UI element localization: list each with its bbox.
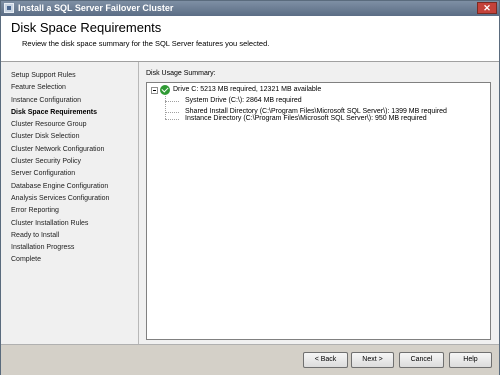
next-button[interactable]: Next > xyxy=(351,352,394,368)
check-icon xyxy=(160,85,170,95)
tree-connector xyxy=(165,112,179,113)
page-header: Disk Space Requirements Review the disk … xyxy=(1,16,499,62)
step-installation-progress[interactable]: Installation Progress xyxy=(11,242,138,254)
button-bar: < Back Next > Cancel Help xyxy=(1,344,499,375)
step-database-engine-configuration[interactable]: Database Engine Configuration xyxy=(11,181,138,193)
step-setup-support-rules[interactable]: Setup Support Rules xyxy=(11,70,138,82)
step-navigation: Setup Support Rules Feature Selection In… xyxy=(1,62,139,344)
help-button[interactable]: Help xyxy=(449,352,492,368)
content-panel: Disk Usage Summary: Drive C: 5213 MB req… xyxy=(139,62,499,344)
step-feature-selection[interactable]: Feature Selection xyxy=(11,82,138,94)
tree-node-instance-directory[interactable]: Instance Directory (C:\Program Files\Mic… xyxy=(185,113,427,125)
tree-connector xyxy=(165,101,179,102)
setup-app-icon xyxy=(4,3,14,13)
back-button[interactable]: < Back xyxy=(303,352,348,368)
step-cluster-network-configuration[interactable]: Cluster Network Configuration xyxy=(11,144,138,156)
installer-window: Install a SQL Server Failover Cluster ✕ … xyxy=(0,0,500,375)
disk-usage-tree[interactable]: Drive C: 5213 MB required, 12321 MB avai… xyxy=(146,82,491,340)
step-cluster-resource-group[interactable]: Cluster Resource Group xyxy=(11,119,138,131)
step-cluster-security-policy[interactable]: Cluster Security Policy xyxy=(11,156,138,168)
step-complete[interactable]: Complete xyxy=(11,254,138,266)
step-server-configuration[interactable]: Server Configuration xyxy=(11,168,138,180)
page-subtitle: Review the disk space summary for the SQ… xyxy=(22,39,270,48)
step-disk-space-requirements[interactable]: Disk Space Requirements xyxy=(11,107,138,119)
step-ready-to-install[interactable]: Ready to Install xyxy=(11,230,138,242)
disk-usage-summary-label: Disk Usage Summary: xyxy=(146,70,216,77)
step-analysis-services-configuration[interactable]: Analysis Services Configuration xyxy=(11,193,138,205)
title-bar[interactable]: Install a SQL Server Failover Cluster ✕ xyxy=(1,1,499,16)
window-title: Install a SQL Server Failover Cluster xyxy=(18,3,174,13)
close-button[interactable]: ✕ xyxy=(477,2,497,14)
step-error-reporting[interactable]: Error Reporting xyxy=(11,205,138,217)
tree-connector xyxy=(165,96,166,119)
tree-connector xyxy=(165,119,179,120)
cancel-button[interactable]: Cancel xyxy=(399,352,444,368)
step-instance-configuration[interactable]: Instance Configuration xyxy=(11,95,138,107)
step-cluster-installation-rules[interactable]: Cluster Installation Rules xyxy=(11,218,138,230)
page-title: Disk Space Requirements xyxy=(11,20,162,35)
collapse-toggle-icon[interactable] xyxy=(151,87,158,94)
step-cluster-disk-selection[interactable]: Cluster Disk Selection xyxy=(11,131,138,143)
